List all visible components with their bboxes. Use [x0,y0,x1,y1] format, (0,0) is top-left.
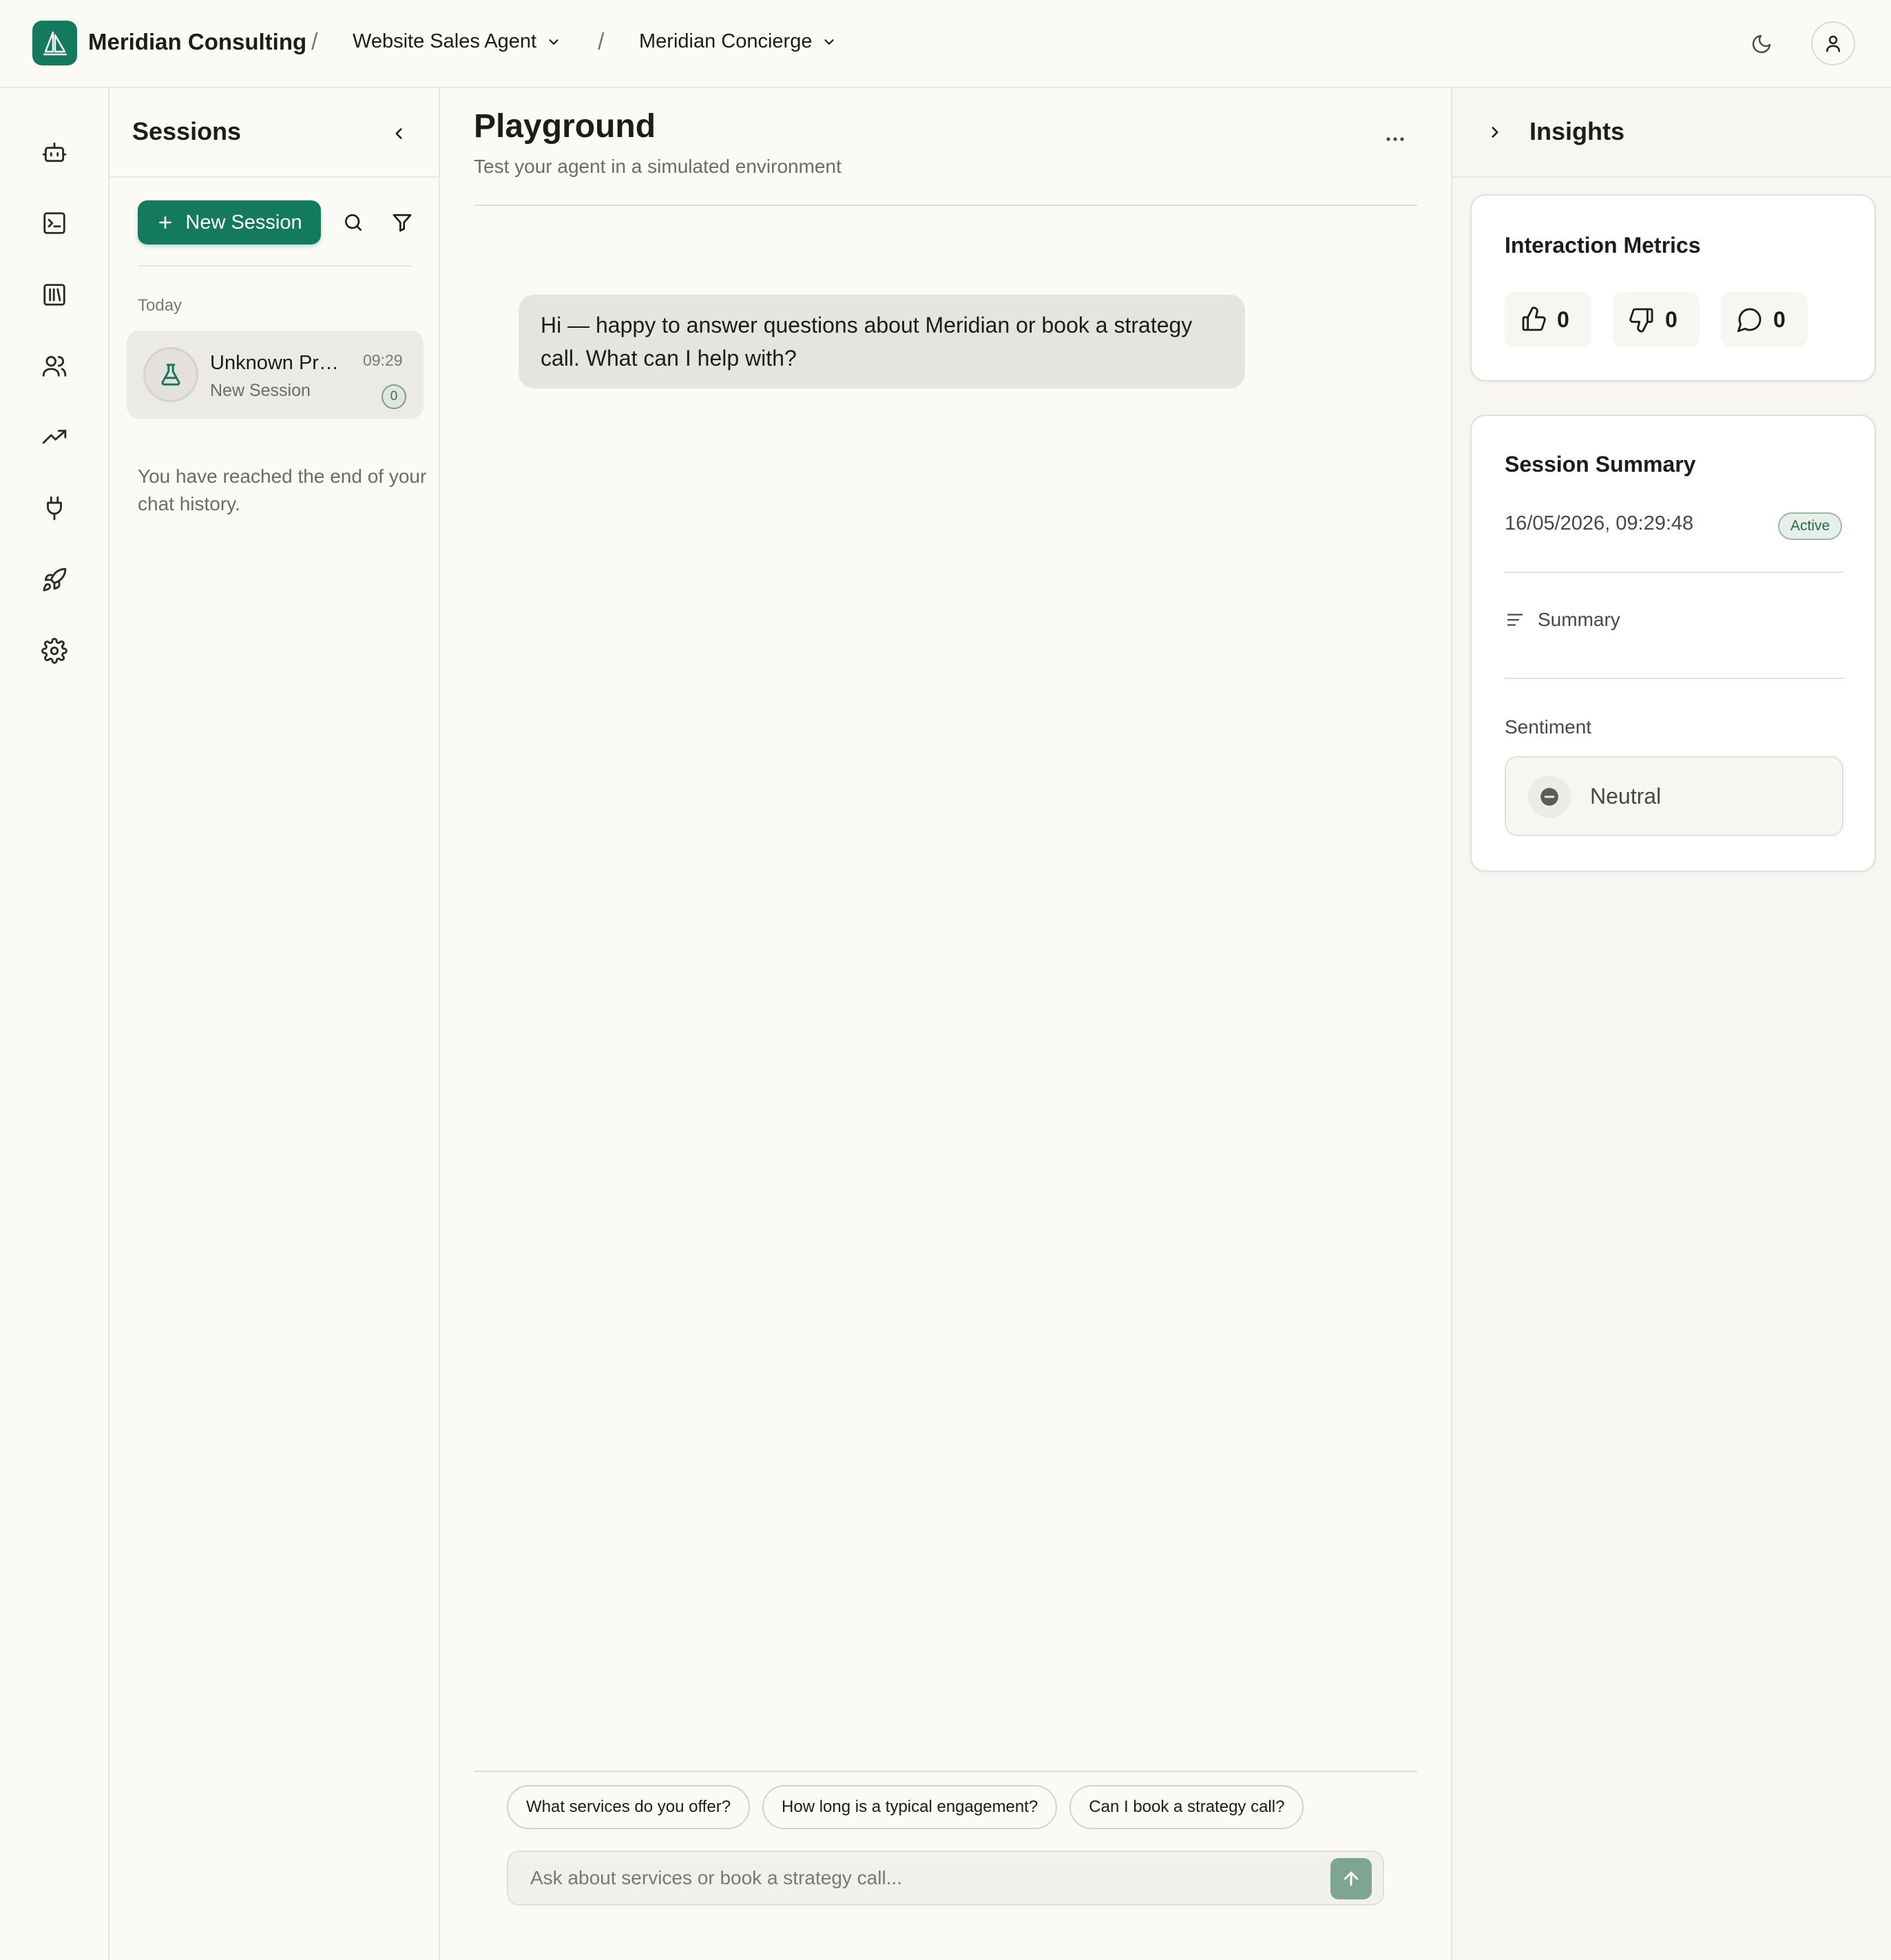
library-icon [41,282,67,308]
thumbs-up-count: 0 [1557,306,1569,332]
chevron-left-icon [390,125,408,143]
persona-selector[interactable]: Meridian Concierge [639,30,837,53]
rail-item-settings[interactable] [36,632,73,669]
suggestion-chips: What services do you offer? How long is … [507,1785,1304,1829]
sessions-title: Sessions [132,117,242,145]
rail-item-agents[interactable] [36,134,73,171]
session-message-count: 0 [382,384,406,409]
thumbs-up-metric: 0 [1505,292,1591,347]
divider [474,1771,1417,1772]
thumbs-down-icon [1628,306,1655,333]
message-circle-icon [1736,306,1764,333]
message-input[interactable] [530,1852,1315,1904]
suggestion-chip[interactable]: What services do you offer? [507,1785,751,1829]
session-name: Unknown Profile [210,352,348,374]
sentiment-value: Neutral [1590,784,1662,809]
filter-sessions-button[interactable] [385,205,419,240]
agent-selector[interactable]: Website Sales Agent [353,30,561,53]
rail-item-analytics[interactable] [36,419,73,456]
org-name[interactable]: Meridian Consulting [88,29,306,55]
comments-metric: 0 [1721,292,1808,347]
chevron-right-icon [1486,123,1504,141]
more-horizontal-icon [1385,136,1406,143]
session-summary-card: Session Summary 16/05/2026, 09:29:48 Act… [1470,415,1876,872]
chevron-down-icon [822,34,837,50]
thumbs-down-count: 0 [1665,306,1678,332]
divider [474,205,1417,206]
sentiment-indicator: Neutral [1505,756,1843,836]
agent-selector-label: Website Sales Agent [353,30,537,52]
thumbs-up-icon [1520,306,1547,333]
theme-toggle-button[interactable] [1746,29,1777,59]
playground-panel: Playground Test your agent in a simulate… [441,88,1451,1960]
trending-up-icon [41,424,67,450]
thumbs-down-metric: 0 [1613,292,1700,347]
plug-icon [41,495,67,521]
breadcrumb-separator: / [311,29,318,55]
agent-message-bubble: Hi — happy to answer questions about Mer… [519,295,1245,388]
arrow-up-icon [1341,1868,1361,1889]
collapse-sessions-button[interactable] [385,120,412,147]
text-align-icon [1505,609,1525,630]
session-subtitle: New Session [210,381,311,400]
sessions-header: Sessions [109,88,439,178]
search-sessions-button[interactable] [336,205,370,240]
end-of-history-note: You have reached the end of your chat hi… [138,466,427,514]
more-options-button[interactable] [1378,125,1412,153]
divider [1505,572,1843,573]
rail-item-users[interactable] [36,347,73,384]
chevron-down-icon [546,34,561,50]
summary-label: Summary [1538,609,1620,630]
rail-item-integrations[interactable] [36,490,73,527]
session-group-label: Today [138,296,182,315]
search-icon [342,211,364,233]
flask-icon [143,347,198,402]
card-title: Session Summary [1505,452,1696,477]
divider [138,265,412,267]
neutral-sentiment-icon [1528,775,1571,818]
moon-icon [1751,33,1773,55]
send-button[interactable] [1330,1858,1372,1899]
bot-icon [41,139,67,165]
interaction-metrics-card: Interaction Metrics 0 0 0 [1470,194,1876,382]
filter-icon [391,211,413,233]
sentiment-label: Sentiment [1505,716,1592,738]
account-button[interactable] [1811,21,1855,65]
toggle-insights-button[interactable] [1481,118,1509,146]
page-subtitle: Test your agent in a simulated environme… [474,156,842,177]
persona-selector-label: Meridian Concierge [639,30,813,52]
new-session-label: New Session [185,211,302,233]
breadcrumb-separator: / [598,29,605,55]
user-icon [1823,33,1843,54]
session-time: 09:29 [363,351,403,369]
page-title: Playground [474,108,656,145]
suggestion-chip[interactable]: How long is a typical engagement? [762,1785,1058,1829]
insights-header: Insights [1452,88,1891,178]
plus-icon [156,213,174,231]
summary-toggle[interactable]: Summary [1505,609,1620,631]
divider [1505,678,1843,679]
logo-sail-icon[interactable] [32,21,77,65]
comments-count: 0 [1773,306,1786,332]
status-badge: Active [1778,512,1843,540]
session-list-item[interactable]: Unknown Profile 09:29 New Session 0 [127,331,424,419]
settings-icon [41,638,67,664]
rail-item-deploy[interactable] [36,561,73,598]
terminal-icon [41,210,67,236]
card-title: Interaction Metrics [1505,233,1701,258]
message-composer [507,1850,1384,1906]
insights-panel: Insights Interaction Metrics 0 0 0 Sessi… [1451,88,1891,1960]
new-session-button[interactable]: New Session [138,200,321,244]
users-icon [41,353,67,379]
top-bar: Meridian Consulting / Website Sales Agen… [0,0,1891,88]
icon-rail [0,88,109,1960]
rocket-icon [41,567,67,593]
session-datetime: 16/05/2026, 09:29:48 [1505,512,1694,534]
suggestion-chip[interactable]: Can I book a strategy call? [1069,1785,1304,1829]
rail-item-playground[interactable] [36,205,73,242]
insights-title: Insights [1529,117,1625,145]
sessions-panel: Sessions New Session Today Unknown Profi… [109,88,440,1960]
rail-item-library[interactable] [36,276,73,313]
